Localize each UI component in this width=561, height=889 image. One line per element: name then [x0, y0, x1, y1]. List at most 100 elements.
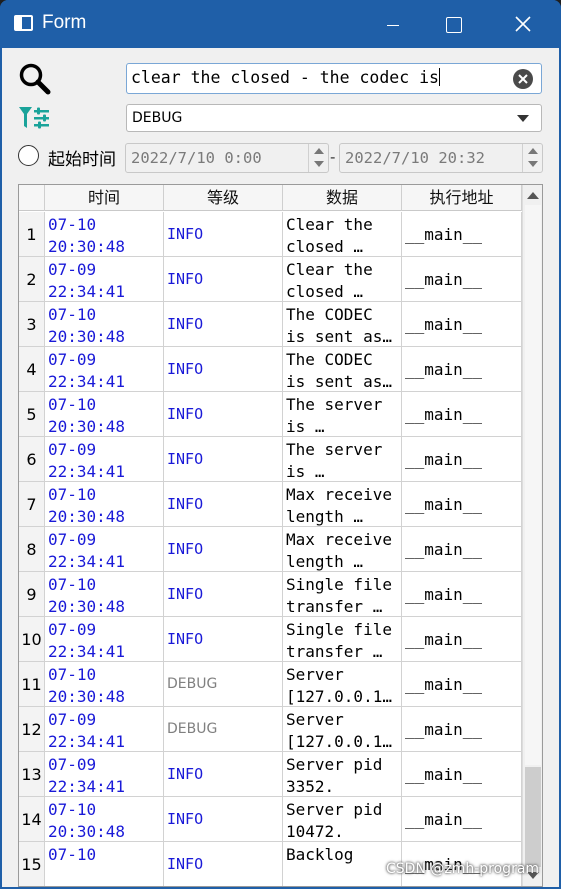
table-row[interactable]: 13 07-09 22:34:41 INFO Server pid 3352. __main… — [19, 752, 522, 797]
data-cell[interactable]: The server is … — [283, 437, 402, 482]
level-cell[interactable]: INFO — [164, 752, 283, 797]
data-cell[interactable]: Backlog — [283, 842, 402, 886]
level-cell[interactable]: DEBUG — [164, 662, 283, 707]
clear-search-button[interactable] — [513, 69, 533, 89]
data-cell[interactable]: Single file transfer … — [283, 617, 402, 662]
data-cell[interactable]: Clear the closed … — [283, 257, 402, 302]
level-cell[interactable]: INFO — [164, 482, 283, 527]
row-number[interactable]: 8 — [19, 527, 45, 572]
table-row[interactable]: 3 07-10 20:30:48 INFO The CODEC is sent as… __… — [19, 302, 522, 347]
level-cell[interactable]: INFO — [164, 347, 283, 392]
data-cell[interactable]: Max receive length … — [283, 527, 402, 572]
row-number[interactable]: 5 — [19, 392, 45, 437]
table-row[interactable]: 14 07-10 20:30:48 INFO Server pid 10472. __mai… — [19, 797, 522, 842]
row-number[interactable]: 14 — [19, 797, 45, 842]
row-number[interactable]: 11 — [19, 662, 45, 707]
time-cell[interactable]: 07-09 22:34:41 — [45, 527, 164, 572]
title-bar[interactable]: Form — [0, 0, 561, 48]
log-table[interactable]: 时间 等级 数据 执行地址 1 07-10 20:30:48 INFO Clear th… — [18, 184, 543, 887]
minimize-button[interactable] — [362, 0, 424, 48]
level-cell[interactable]: INFO — [164, 797, 283, 842]
level-cell[interactable]: INFO — [164, 842, 283, 886]
search-input[interactable]: clear the closed - the codec is — [126, 63, 542, 94]
address-cell[interactable]: __main__ — [402, 437, 522, 482]
address-cell[interactable]: __main__ — [402, 212, 522, 257]
row-number[interactable]: 10 — [19, 617, 45, 662]
row-number[interactable]: 1 — [19, 212, 45, 257]
time-cell[interactable]: 07-09 22:34:41 — [45, 752, 164, 797]
level-cell[interactable]: INFO — [164, 212, 283, 257]
row-number[interactable]: 6 — [19, 437, 45, 482]
address-cell[interactable]: __main__ — [402, 572, 522, 617]
time-cell[interactable]: 07-09 22:34:41 — [45, 347, 164, 392]
row-number[interactable]: 2 — [19, 257, 45, 302]
level-cell[interactable]: INFO — [164, 257, 283, 302]
address-cell[interactable]: __main__ — [402, 707, 522, 752]
spin-up-icon[interactable] — [528, 148, 538, 154]
time-cell[interactable]: 07-09 22:34:41 — [45, 437, 164, 482]
data-cell[interactable]: Server pid 3352. — [283, 752, 402, 797]
time-cell[interactable]: 07-10 20:30:48 — [45, 572, 164, 617]
address-cell[interactable]: __main__ — [402, 617, 522, 662]
time-cell[interactable]: 07-09 22:34:41 — [45, 257, 164, 302]
table-row[interactable]: 1 07-10 20:30:48 INFO Clear the closed … __mai… — [19, 212, 522, 257]
table-row[interactable]: 6 07-09 22:34:41 INFO The server is … __main__ — [19, 437, 522, 482]
address-cell[interactable]: __main__ — [402, 797, 522, 842]
address-cell[interactable]: __main__ — [402, 752, 522, 797]
spin-up-icon[interactable] — [314, 148, 324, 154]
data-cell[interactable]: Single file transfer … — [283, 572, 402, 617]
table-row[interactable]: 4 07-09 22:34:41 INFO The CODEC is sent as… __… — [19, 347, 522, 392]
spin-down-icon[interactable] — [314, 161, 324, 167]
data-cell[interactable]: Server [127.0.0.1… — [283, 662, 402, 707]
level-cell[interactable]: INFO — [164, 527, 283, 572]
table-row[interactable]: 8 07-09 22:34:41 INFO Max receive length … __m… — [19, 527, 522, 572]
scroll-track[interactable] — [525, 205, 541, 765]
level-cell[interactable]: INFO — [164, 617, 283, 662]
address-cell[interactable]: __main__ — [402, 302, 522, 347]
start-time-radio[interactable] — [18, 145, 39, 166]
row-number[interactable]: 13 — [19, 752, 45, 797]
column-header-address[interactable]: 执行地址 — [402, 185, 522, 211]
address-cell[interactable]: __main__ — [402, 662, 522, 707]
address-cell[interactable]: __main__ — [402, 257, 522, 302]
row-number[interactable]: 12 — [19, 707, 45, 752]
maximize-button[interactable] — [422, 0, 484, 48]
data-cell[interactable]: The CODEC is sent as… — [283, 302, 402, 347]
table-row[interactable]: 10 07-09 22:34:41 INFO Single file transfer …… — [19, 617, 522, 662]
level-select[interactable]: DEBUG — [126, 104, 542, 132]
column-header-time[interactable]: 时间 — [45, 185, 164, 211]
data-cell[interactable]: The server is … — [283, 392, 402, 437]
scroll-up-icon[interactable] — [527, 192, 539, 199]
close-window-button[interactable] — [490, 0, 552, 48]
vertical-scrollbar[interactable] — [522, 185, 542, 886]
data-cell[interactable]: The CODEC is sent as… — [283, 347, 402, 392]
column-header-data[interactable]: 数据 — [283, 185, 402, 211]
table-row[interactable]: 2 07-09 22:34:41 INFO Clear the closed … __mai… — [19, 257, 522, 302]
row-number[interactable]: 9 — [19, 572, 45, 617]
level-cell[interactable]: INFO — [164, 302, 283, 347]
time-cell[interactable]: 07-10 20:30:48 — [45, 482, 164, 527]
end-datetime-field[interactable]: 2022/7/10 20:32 — [339, 143, 543, 173]
address-cell[interactable]: __main__ — [402, 482, 522, 527]
corner-header[interactable] — [19, 185, 45, 211]
spin-down-icon[interactable] — [528, 161, 538, 167]
time-cell[interactable]: 07-10 20:30:48 — [45, 392, 164, 437]
end-datetime-spinner[interactable] — [522, 144, 542, 172]
table-row[interactable]: 12 07-09 22:34:41 DEBUG Server [127.0.0.1… __m… — [19, 707, 522, 752]
table-row[interactable]: 7 07-10 20:30:48 INFO Max receive length … __m… — [19, 482, 522, 527]
table-row[interactable]: 11 07-10 20:30:48 DEBUG Server [127.0.0.1… __m… — [19, 662, 522, 707]
level-cell[interactable]: INFO — [164, 437, 283, 482]
address-cell[interactable]: __main__ — [402, 527, 522, 572]
time-cell[interactable]: 07-10 20:30:48 — [45, 662, 164, 707]
time-cell[interactable]: 07-09 22:34:41 — [45, 617, 164, 662]
scroll-thumb[interactable] — [525, 767, 541, 867]
start-datetime-spinner[interactable] — [308, 144, 328, 172]
data-cell[interactable]: Max receive length … — [283, 482, 402, 527]
data-cell[interactable]: Server pid 10472. — [283, 797, 402, 842]
row-number[interactable]: 7 — [19, 482, 45, 527]
column-header-level[interactable]: 等级 — [164, 185, 283, 211]
data-cell[interactable]: Clear the closed … — [283, 212, 402, 257]
level-cell[interactable]: INFO — [164, 572, 283, 617]
time-cell[interactable]: 07-10 20:30:48 — [45, 797, 164, 842]
row-number[interactable]: 15 — [19, 842, 45, 886]
